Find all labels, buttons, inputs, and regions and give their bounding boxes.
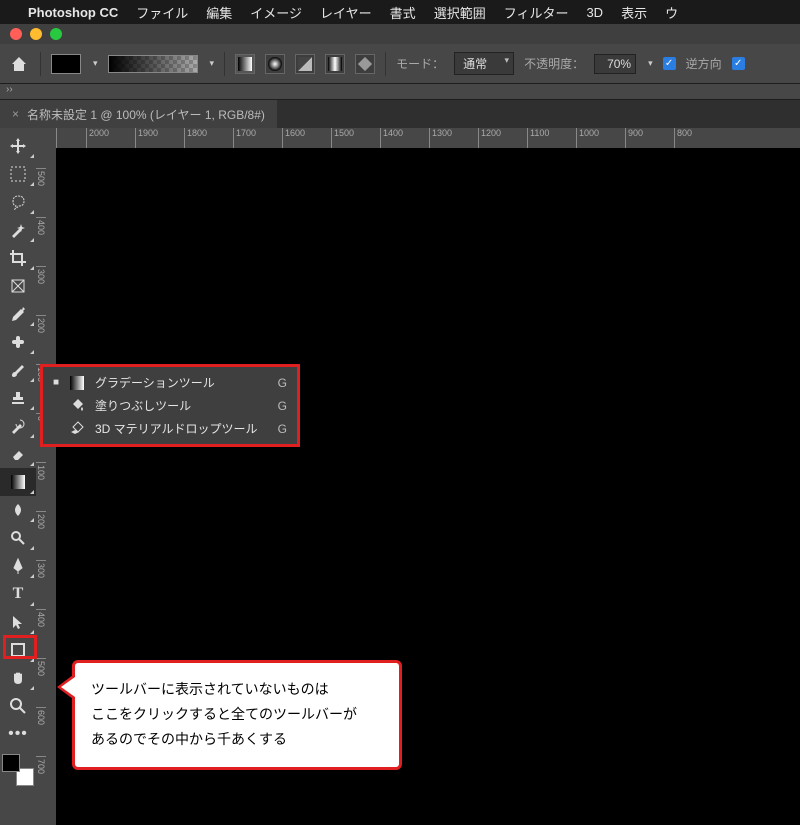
app-name[interactable]: Photoshop CC — [28, 5, 118, 20]
close-tab-button[interactable]: × — [12, 107, 19, 121]
tool-wand[interactable] — [0, 216, 36, 244]
tool-zoom[interactable] — [0, 692, 36, 720]
gradient-preview[interactable] — [108, 55, 198, 73]
tool-eyedropper[interactable] — [0, 300, 36, 328]
chevron-down-icon[interactable]: ▾ — [93, 58, 98, 69]
tab-title: 名称未設定 1 @ 100% (レイヤー 1, RGB/8#) — [27, 106, 265, 123]
tool-gradient[interactable] — [0, 468, 36, 496]
tool-brush[interactable] — [0, 356, 36, 384]
gradient-angle-button[interactable] — [295, 54, 315, 74]
ruler-horizontal[interactable]: 2000190018001700160015001400130012001100… — [56, 128, 800, 148]
ruler-vertical[interactable]: 5004003002001000100200300400500600700 — [36, 148, 56, 825]
flyout-item-3d-material[interactable]: 3D マテリアルドロップツール G — [43, 417, 297, 440]
menu-file[interactable]: ファイル — [136, 3, 188, 22]
menu-window[interactable]: ウ — [665, 3, 678, 22]
minimize-window-button[interactable] — [30, 28, 42, 40]
options-bar: ▾ ▾ モード： 通常 不透明度： 70% ▾ 逆方向 — [0, 44, 800, 84]
reverse-checkbox[interactable] — [663, 57, 676, 70]
tool-frame[interactable] — [0, 272, 36, 300]
toolbar: T ••• — [0, 128, 36, 825]
menu-view[interactable]: 表示 — [621, 3, 647, 22]
tool-more[interactable]: ••• — [0, 720, 36, 748]
menu-type[interactable]: 書式 — [390, 3, 416, 22]
tool-marquee[interactable] — [0, 160, 36, 188]
tool-historybrush[interactable] — [0, 412, 36, 440]
menu-filter[interactable]: フィルター — [504, 3, 569, 22]
close-window-button[interactable] — [10, 28, 22, 40]
menu-image[interactable]: イメージ — [250, 3, 302, 22]
titlebar — [0, 24, 800, 44]
tool-crop[interactable] — [0, 244, 36, 272]
menu-layer[interactable]: レイヤー — [320, 3, 372, 22]
opacity-input[interactable]: 70% — [594, 54, 636, 74]
note-line: ここをクリックすると全てのツールバーが — [91, 702, 383, 727]
document-tabbar: × 名称未設定 1 @ 100% (レイヤー 1, RGB/8#) — [0, 100, 800, 128]
tool-pen[interactable] — [0, 552, 36, 580]
gradient-linear-button[interactable] — [235, 54, 255, 74]
menu-3d[interactable]: 3D — [586, 5, 603, 20]
reverse-label: 逆方向 — [686, 55, 722, 72]
tool-lasso[interactable] — [0, 188, 36, 216]
tool-eraser[interactable] — [0, 440, 36, 468]
tool-healing[interactable] — [0, 328, 36, 356]
gradient-icon — [69, 375, 87, 391]
mode-label: モード： — [396, 55, 444, 72]
note-line: あるのでその中から千あくする — [91, 727, 383, 752]
annotation-callout: ツールバーに表示されていないものは ここをクリックすると全てのツールバーが ある… — [72, 660, 402, 770]
mode-select[interactable]: 通常 — [454, 52, 514, 75]
gradient-reflected-button[interactable] — [325, 54, 345, 74]
gradient-swatch[interactable] — [51, 54, 81, 74]
panel-collapse-handle[interactable]: ›› — [0, 84, 800, 100]
tool-move[interactable] — [0, 132, 36, 160]
flyout-item-gradient[interactable]: ■ グラデーションツール G — [43, 371, 297, 394]
opacity-label: 不透明度： — [524, 55, 584, 72]
menu-select[interactable]: 選択範囲 — [434, 3, 486, 22]
chevron-down-icon[interactable]: ▾ — [210, 58, 215, 69]
note-line: ツールバーに表示されていないものは — [91, 677, 383, 702]
tool-blur[interactable] — [0, 496, 36, 524]
gradient-diamond-button[interactable] — [355, 54, 375, 74]
ruler-corner — [36, 128, 56, 148]
chevron-down-icon[interactable]: ▾ — [648, 58, 653, 69]
bucket-icon — [69, 398, 87, 414]
tool-stamp[interactable] — [0, 384, 36, 412]
tool-hand[interactable] — [0, 664, 36, 692]
menu-edit[interactable]: 編集 — [206, 3, 232, 22]
tool-path-select[interactable] — [0, 608, 36, 636]
drop3d-icon — [69, 421, 87, 437]
tool-dodge[interactable] — [0, 524, 36, 552]
system-menubar: Photoshop CC ファイル 編集 イメージ レイヤー 書式 選択範囲 フ… — [0, 0, 800, 24]
annotation-highlight-more-tools — [3, 635, 37, 659]
home-button[interactable] — [8, 53, 30, 75]
document-tab[interactable]: × 名称未設定 1 @ 100% (レイヤー 1, RGB/8#) — [0, 100, 277, 128]
gradient-radial-button[interactable] — [265, 54, 285, 74]
tool-flyout-menu: ■ グラデーションツール G 塗りつぶしツール G 3D マテリアルドロップツー… — [40, 364, 300, 447]
zoom-window-button[interactable] — [50, 28, 62, 40]
flyout-item-bucket[interactable]: 塗りつぶしツール G — [43, 394, 297, 417]
dither-checkbox[interactable] — [732, 57, 745, 70]
fg-bg-color[interactable] — [2, 754, 34, 786]
tool-type[interactable]: T — [0, 580, 36, 608]
